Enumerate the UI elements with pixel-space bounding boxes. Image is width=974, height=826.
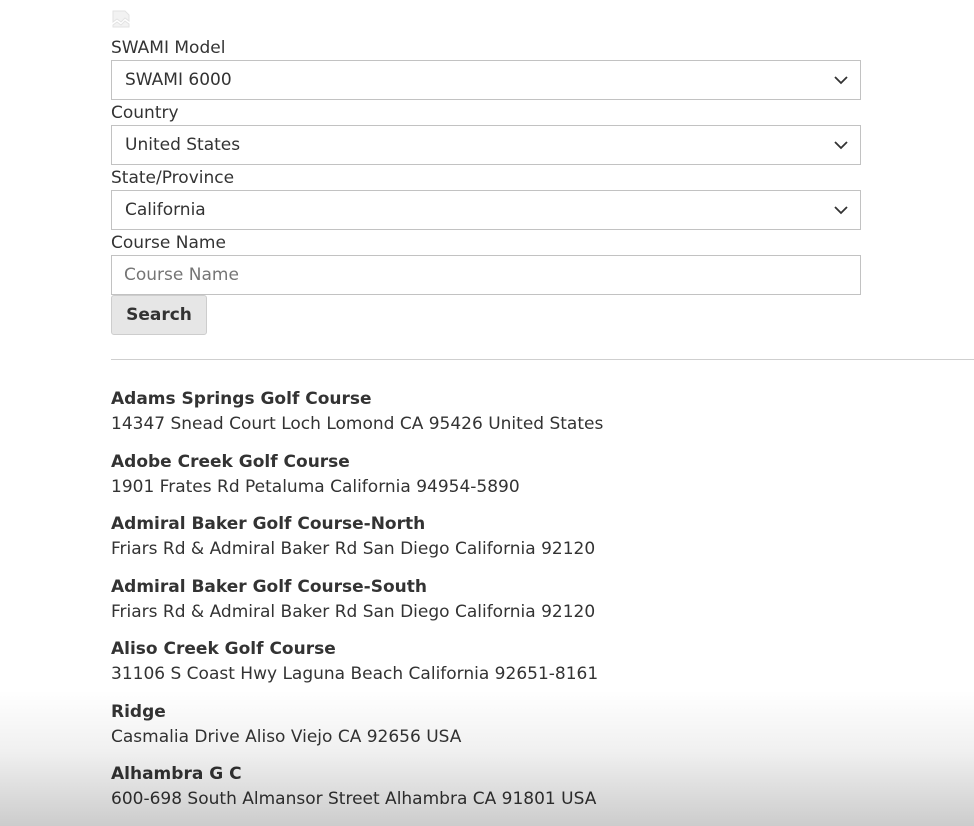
course-address: 600-698 South Almansor Street Alhambra C…: [111, 789, 597, 809]
course-result-item: Adobe Creek Golf Course 1901 Frates Rd P…: [111, 450, 931, 513]
course-address: 31106 S Coast Hwy Laguna Beach Californi…: [111, 664, 599, 684]
course-result-item: Ridge Casmalia Drive Aliso Viejo CA 9265…: [111, 700, 931, 763]
course-name[interactable]: Admiral Baker Golf Course-South: [111, 575, 931, 599]
search-button[interactable]: Search: [111, 295, 207, 335]
course-result-item: Aliso Creek Golf Course 31106 S Coast Hw…: [111, 637, 931, 700]
course-name[interactable]: Admiral Baker Golf Course-North: [111, 512, 931, 536]
country-select[interactable]: United States: [111, 125, 861, 165]
page: SWAMI Model SWAMI 6000 Country United St…: [0, 0, 974, 826]
state-province-selected-value: California: [125, 200, 206, 220]
course-name[interactable]: Adams Springs Golf Course: [111, 387, 931, 411]
chevron-down-icon: [834, 141, 848, 150]
course-name-input[interactable]: [111, 255, 861, 295]
course-name[interactable]: Alhambra G C: [111, 762, 931, 786]
course-results-list: Adams Springs Golf Course 14347 Snead Co…: [111, 387, 931, 825]
course-name[interactable]: Ridge: [111, 700, 931, 724]
course-search-form: SWAMI Model SWAMI 6000 Country United St…: [111, 36, 861, 335]
swami-model-selected-value: SWAMI 6000: [125, 70, 232, 90]
state-province-select[interactable]: California: [111, 190, 861, 230]
course-address: 1901 Frates Rd Petaluma California 94954…: [111, 476, 520, 497]
course-result-item: Admiral Baker Golf Course-South Friars R…: [111, 575, 931, 638]
course-address: Friars Rd & Admiral Baker Rd San Diego C…: [111, 601, 596, 622]
swami-model-label: SWAMI Model: [111, 38, 226, 58]
country-selected-value: United States: [125, 135, 241, 155]
course-result-item: Adams Springs Golf Course 14347 Snead Co…: [111, 387, 931, 450]
chevron-down-icon: [834, 206, 848, 215]
swami-model-select[interactable]: SWAMI 6000: [111, 60, 861, 100]
results-divider: [111, 359, 974, 360]
chevron-down-icon: [834, 76, 848, 85]
course-name[interactable]: Aliso Creek Golf Course: [111, 637, 931, 661]
course-name[interactable]: Adobe Creek Golf Course: [111, 450, 931, 474]
country-label: Country: [111, 103, 179, 123]
course-result-item: Alhambra G C 600-698 South Almansor Stre…: [111, 762, 931, 825]
course-address: Casmalia Drive Aliso Viejo CA 92656 USA: [111, 726, 462, 747]
broken-image-icon: [112, 10, 130, 28]
course-result-item: Admiral Baker Golf Course-North Friars R…: [111, 512, 931, 575]
course-address: 14347 Snead Court Loch Lomond CA 95426 U…: [111, 414, 604, 434]
state-province-label: State/Province: [111, 168, 235, 188]
course-name-label: Course Name: [111, 233, 226, 253]
course-address: Friars Rd & Admiral Baker Rd San Diego C…: [111, 539, 596, 559]
